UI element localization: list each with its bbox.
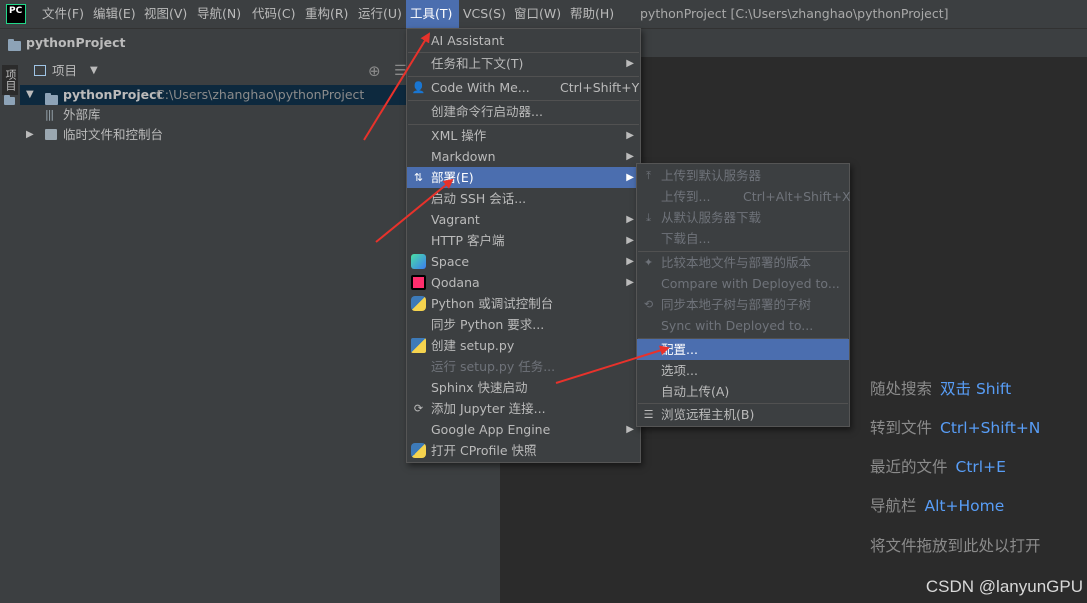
arrow-to-configuration [555,345,670,384]
annotation-arrows [363,32,670,384]
arrow-to-tools-menu [363,32,431,141]
arrow-to-deployment [375,178,454,243]
